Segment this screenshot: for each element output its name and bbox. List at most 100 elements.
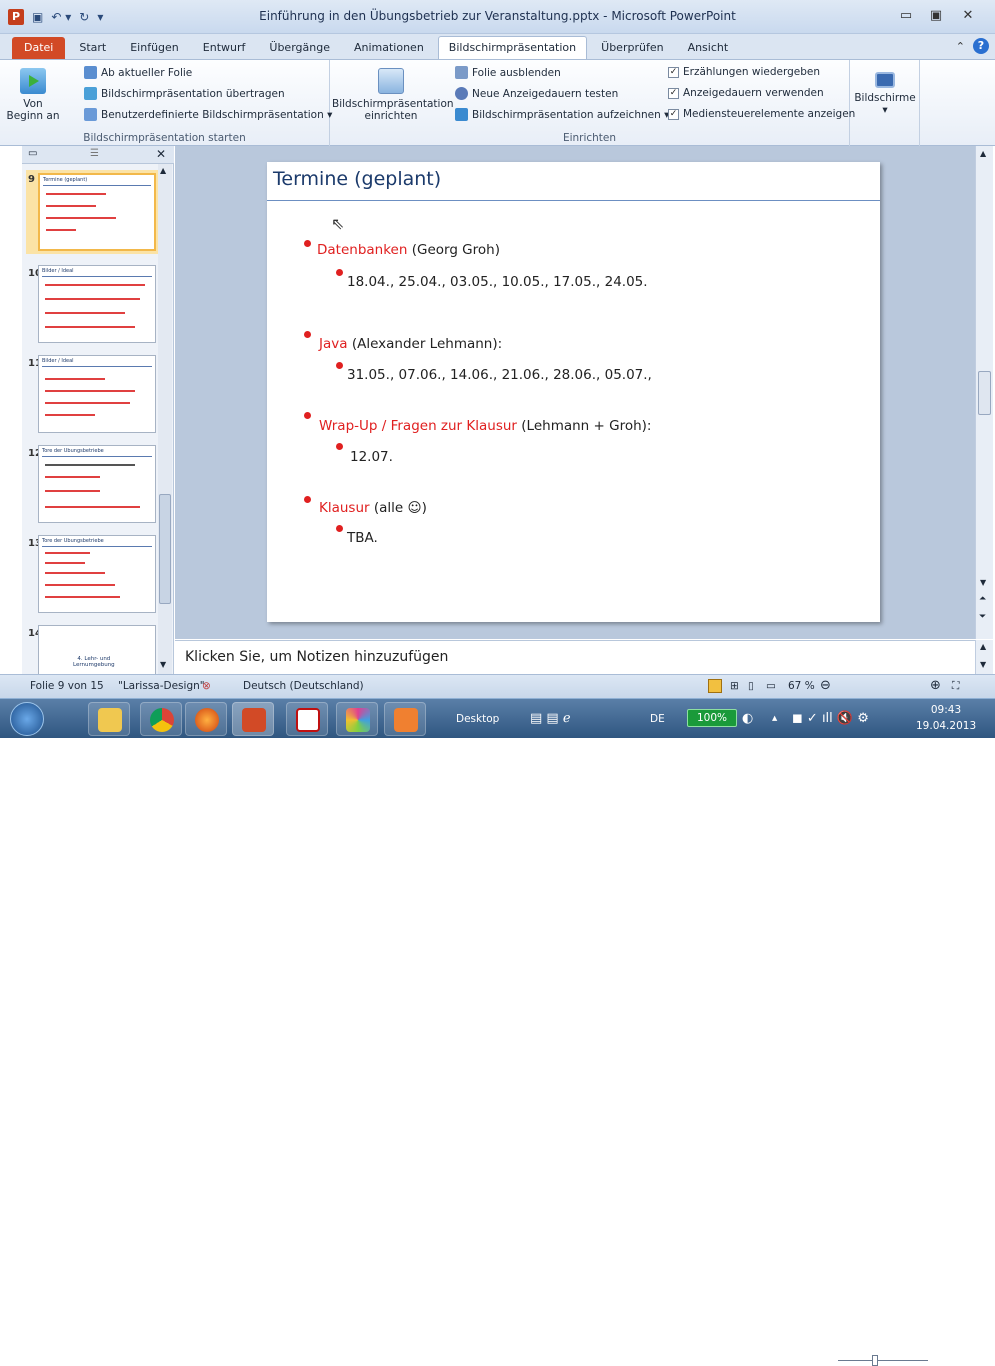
monitors-button[interactable]: Bildschirme ▾: [854, 72, 916, 116]
thumbnail-slide-11[interactable]: 11 Bilder / Ideal: [26, 352, 166, 436]
zoom-slider-thumb[interactable]: [872, 1355, 878, 1366]
from-beginning-button[interactable]: Von Beginn an: [2, 68, 64, 122]
thumbnail-slide-12[interactable]: 12 Tore der Ubungsbetriebe: [26, 442, 166, 526]
custom-slideshow-label: Benutzerdefinierte Bildschirmpräsentatio…: [101, 108, 333, 121]
zoom-level[interactable]: 67 %: [788, 680, 815, 692]
normal-view-icon[interactable]: [708, 679, 722, 693]
record-slideshow-button[interactable]: Bildschirmpräsentation aufzeichnen ▾: [455, 108, 669, 121]
outline-tab-icon[interactable]: ☰: [90, 148, 99, 159]
ribbon-minimize-icon[interactable]: ⌃: [956, 40, 965, 53]
spellcheck-icon[interactable]: ⊗: [202, 680, 211, 692]
taskbar-acrobat[interactable]: [286, 702, 328, 736]
bullet-item[interactable]: Klausur (alle ☺): [319, 500, 427, 516]
broadcast-slideshow-button[interactable]: Bildschirmpräsentation übertragen: [84, 87, 285, 100]
bullet-sub-item[interactable]: 18.04., 25.04., 03.05., 10.05., 17.05., …: [347, 274, 648, 290]
scroll-down-icon[interactable]: ▼: [980, 578, 986, 587]
scroll-thumb[interactable]: [159, 494, 171, 604]
quicklaunch-icons[interactable]: ▤ ▤ ℯ: [530, 711, 571, 726]
use-timings-checkbox[interactable]: ✓ Anzeigedauern verwenden: [668, 87, 824, 99]
scroll-up-icon[interactable]: ▲: [980, 149, 986, 158]
record-label: Bildschirmpräsentation aufzeichnen ▾: [472, 108, 670, 121]
bullet-item[interactable]: Wrap-Up / Fragen zur Klausur (Lehmann + …: [319, 418, 651, 434]
bullet-item[interactable]: Java (Alexander Lehmann):: [319, 336, 502, 352]
tab-ueberpruefen[interactable]: Überprüfen: [591, 37, 673, 59]
tab-ansicht[interactable]: Ansicht: [678, 37, 739, 59]
reading-view-icon[interactable]: ▯: [748, 680, 754, 692]
window-title: Einführung in den Übungsbetrieb zur Vera…: [259, 9, 736, 23]
tab-bildschirmpraesentation[interactable]: Bildschirmpräsentation: [437, 36, 588, 59]
fit-to-window-icon[interactable]: ⛶: [952, 680, 959, 693]
thumbnail-slide-9[interactable]: 9 Termine (geplant): [26, 170, 166, 254]
bullet-detail: (Georg Groh): [407, 242, 500, 258]
taskbar-powerpoint[interactable]: [232, 702, 274, 736]
bullet-heading: Klausur: [319, 500, 370, 516]
tab-animationen[interactable]: Animationen: [344, 37, 434, 59]
close-icon[interactable]: ✕: [956, 8, 980, 23]
zoom-slider[interactable]: [838, 1360, 928, 1361]
slides-tab-icon[interactable]: ▭: [28, 148, 37, 159]
minimize-icon[interactable]: ▭: [894, 8, 918, 23]
help-icon[interactable]: ?: [973, 38, 989, 54]
taskbar-firefox[interactable]: [185, 702, 227, 736]
next-slide-icon[interactable]: ⏷: [979, 612, 986, 622]
scroll-down-icon[interactable]: ▼: [160, 660, 166, 669]
play-narrations-checkbox[interactable]: ✓ Erzählungen wiedergeben: [668, 66, 820, 78]
editor-scrollbar[interactable]: ▲ ▼ ⏶ ⏷: [975, 146, 993, 639]
setup-slideshow-icon: [378, 68, 404, 94]
bullet-sub-item[interactable]: TBA.: [347, 530, 378, 546]
scroll-thumb[interactable]: [978, 371, 991, 415]
notes-scrollbar[interactable]: ▲ ▼: [975, 640, 993, 674]
scroll-up-icon[interactable]: ▲: [160, 166, 166, 175]
scroll-down-icon[interactable]: ▼: [980, 660, 986, 669]
zoom-out-icon[interactable]: ⊖: [820, 678, 831, 693]
slide-editor: Termine (geplant) ⇖ Datenbanken (Georg G…: [175, 146, 975, 639]
from-current-slide-button[interactable]: Ab aktueller Folie: [84, 66, 192, 79]
setup-slideshow-button[interactable]: Bildschirmpräsentation einrichten: [332, 68, 454, 122]
tab-uebergaenge[interactable]: Übergänge: [259, 37, 340, 59]
custom-slideshow-button[interactable]: Benutzerdefinierte Bildschirmpräsentatio…: [84, 108, 332, 121]
notes-pane[interactable]: Klicken Sie, um Notizen hinzuzufügen: [175, 640, 975, 674]
thumbnail-slide-13[interactable]: 13 Tore der Ubungsbetriebe: [26, 532, 166, 616]
zoom-in-icon[interactable]: ⊕: [930, 678, 941, 693]
taskbar-chrome[interactable]: [140, 702, 182, 736]
group-monitors: Bildschirme ▾: [850, 60, 920, 146]
scroll-up-icon[interactable]: ▲: [980, 642, 986, 651]
thumbnail-scrollbar[interactable]: ▲ ▼: [158, 164, 172, 674]
slide-title[interactable]: Termine (geplant): [273, 168, 441, 190]
previous-slide-icon[interactable]: ⏶: [979, 594, 986, 604]
tray-expand-icon[interactable]: ▴: [772, 712, 777, 724]
clock-date[interactable]: 19.04.2013: [916, 720, 976, 732]
language-indicator[interactable]: DE: [650, 713, 665, 725]
bullet-sub-item[interactable]: 12.07.: [350, 449, 393, 465]
thumbnail-text: 4. Lehr- und Lernumgebung: [73, 656, 115, 668]
show-media-controls-checkbox[interactable]: ✓ Mediensteuerelemente anzeigen: [668, 108, 855, 120]
taskbar-explorer[interactable]: [88, 702, 130, 736]
desktop-toolbar[interactable]: Desktop: [456, 713, 499, 725]
taskbar-xampp[interactable]: [384, 702, 426, 736]
taskbar-app[interactable]: [336, 702, 378, 736]
tab-einfuegen[interactable]: Einfügen: [120, 37, 189, 59]
tab-datei[interactable]: Datei: [12, 37, 66, 59]
monitors-label: Bildschirme: [854, 92, 916, 104]
tray-icon[interactable]: ◐: [742, 711, 753, 726]
slideshow-view-icon[interactable]: ▭: [766, 680, 776, 692]
thumbnail-image: 4. Lehr- und Lernumgebung: [38, 625, 156, 674]
clock-time[interactable]: 09:43: [926, 704, 966, 716]
rehearse-timings-button[interactable]: Neue Anzeigedauern testen: [455, 87, 618, 100]
start-button-icon[interactable]: [10, 702, 44, 736]
bullet-sub-item[interactable]: 31.05., 07.06., 14.06., 21.06., 28.06., …: [347, 367, 652, 383]
close-pane-icon[interactable]: ✕: [156, 147, 166, 161]
maximize-icon[interactable]: ▣: [924, 8, 948, 23]
slide-sorter-icon[interactable]: ⊞: [730, 680, 739, 692]
tab-start[interactable]: Start: [69, 37, 116, 59]
language-indicator[interactable]: Deutsch (Deutschland): [243, 680, 364, 692]
tray-icons[interactable]: ◼ ✓ ıll 🔇 ⚙: [792, 711, 869, 726]
thumbnail-slide-14[interactable]: 14 4. Lehr- und Lernumgebung: [26, 622, 166, 674]
thumbnail-slide-10[interactable]: 10 Bilder / Ideal: [26, 262, 166, 346]
battery-indicator[interactable]: 100%: [687, 709, 737, 727]
theme-name[interactable]: "Larissa-Design": [118, 680, 205, 692]
hide-slide-button[interactable]: Folie ausblenden: [455, 66, 561, 79]
current-slide[interactable]: Termine (geplant) ⇖ Datenbanken (Georg G…: [267, 162, 880, 622]
bullet-item[interactable]: Datenbanken (Georg Groh): [317, 242, 500, 258]
tab-entwurf[interactable]: Entwurf: [193, 37, 256, 59]
